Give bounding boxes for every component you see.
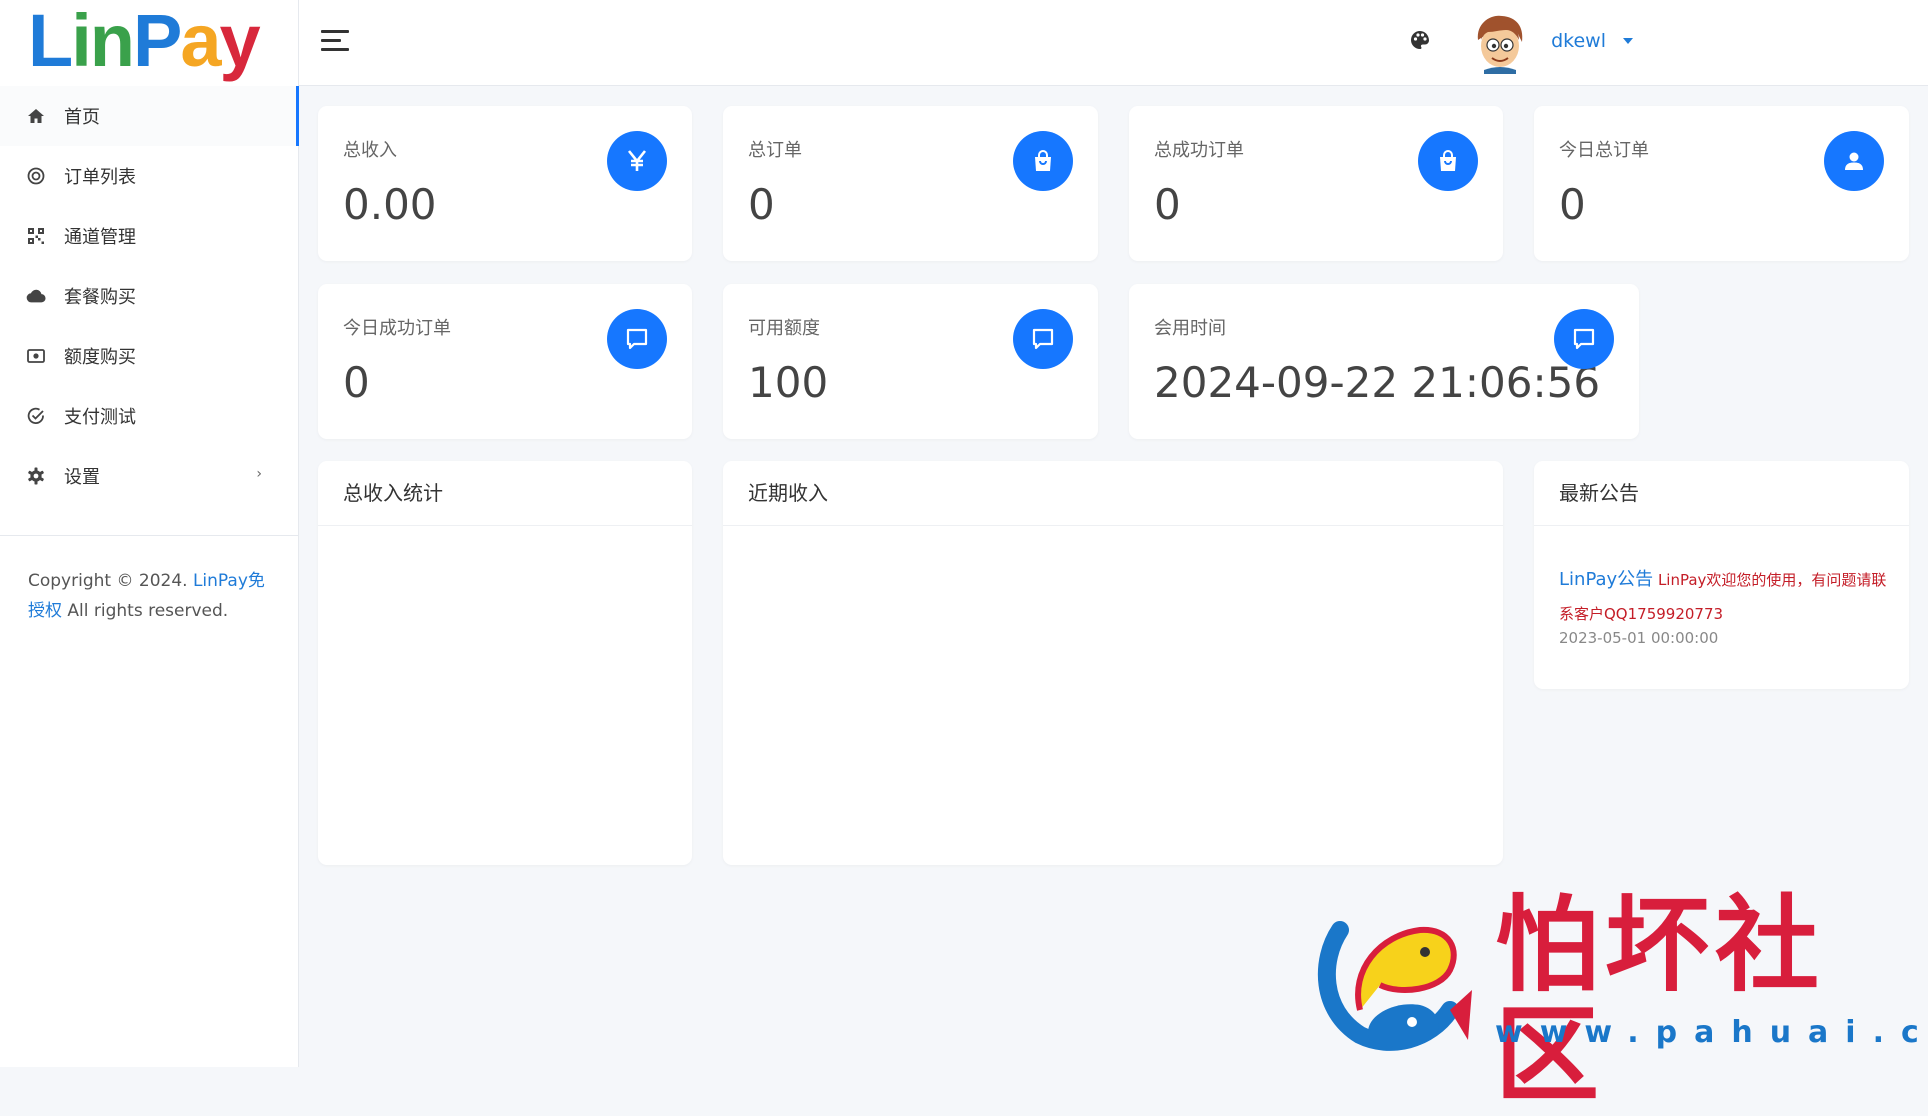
announcement-item[interactable]: LinPay公告 LinPay欢迎您的使用，有问题请联系客户QQ17599207… [1559, 563, 1889, 631]
chevron-right-icon: › [256, 466, 262, 482]
username[interactable]: dkewl [1551, 30, 1606, 52]
target-icon [26, 166, 46, 186]
sidebar-item-label: 首页 [64, 107, 100, 128]
stat-value: 0 [1559, 180, 1586, 229]
palette-icon[interactable] [1409, 29, 1431, 51]
money-icon [26, 346, 46, 366]
stat-value: 2024-09-22 21:06:56 [1154, 358, 1601, 407]
check-circle-icon [26, 406, 46, 426]
copyright: Copyright © 2024. LinPay免授权 All rights r… [28, 566, 278, 626]
watermark-url: www.pahuai.com [1495, 1015, 1928, 1050]
sidebar-item-label: 通道管理 [64, 227, 136, 248]
announcements-panel: 最新公告 LinPay公告 LinPay欢迎您的使用，有问题请联系客户QQ175… [1534, 461, 1909, 689]
sidebar-item-orders[interactable]: 订单列表 [0, 146, 298, 206]
watermark-fish-logo [1317, 921, 1472, 1051]
sidebar-item-channels[interactable]: 通道管理 [0, 206, 298, 266]
message-icon [607, 309, 667, 369]
copyright-suffix: All rights reserved. [62, 601, 229, 621]
stat-value: 100 [748, 358, 829, 407]
sidebar-item-label: 设置 [64, 467, 100, 488]
panel-title: 最新公告 [1534, 461, 1909, 526]
announcement-date: 2023-05-01 00:00:00 [1559, 629, 1719, 647]
stat-value: 0 [1154, 180, 1181, 229]
avatar[interactable] [1472, 12, 1528, 74]
sidebar-item-pay-test[interactable]: 支付测试 [0, 386, 298, 446]
shopping-bag-icon [1418, 131, 1478, 191]
qrcode-icon [26, 226, 46, 246]
watermark: 怕坏社区 www.pahuai.com [1300, 890, 1928, 1110]
copyright-prefix: Copyright © 2024. [28, 571, 193, 591]
gear-icon [26, 466, 46, 486]
stat-label: 总成功订单 [1154, 140, 1244, 161]
stat-value: 0.00 [343, 180, 437, 229]
panel-title: 总收入统计 [318, 461, 692, 526]
sidebar-item-packages[interactable]: 套餐购买 [0, 266, 298, 326]
stat-label: 总收入 [343, 140, 397, 161]
stat-card-total-success-orders: 总成功订单 0 [1129, 106, 1503, 261]
announcement-title[interactable]: LinPay公告 [1559, 569, 1653, 590]
sidebar-item-quota[interactable]: 额度购买 [0, 326, 298, 386]
home-icon [26, 106, 46, 126]
stat-label: 今日成功订单 [343, 318, 451, 339]
sidebar-item-label: 支付测试 [64, 407, 136, 428]
stat-label: 可用额度 [748, 318, 820, 339]
sidebar-nav: 首页 订单列表 通道管理 套餐购买 额度购买 支付测试 设置 › [0, 86, 299, 506]
message-icon [1554, 309, 1614, 369]
watermark-name: 怕坏社区 [1495, 883, 1826, 1116]
sidebar-item-label: 额度购买 [64, 347, 136, 368]
svg-text:LinPay: LinPay [28, 0, 260, 82]
sidebar-item-label: 订单列表 [64, 167, 136, 188]
yen-icon [607, 131, 667, 191]
stat-card-total-orders: 总订单 0 [723, 106, 1098, 261]
linpay-logo[interactable]: LinPay [28, 0, 268, 86]
stat-card-today-orders: 今日总订单 0 [1534, 106, 1909, 261]
stat-card-membership-time: 会用时间 2024-09-22 21:06:56 [1129, 284, 1639, 439]
stat-label: 会用时间 [1154, 318, 1226, 339]
sidebar-item-home[interactable]: 首页 [0, 86, 299, 146]
user-icon [1824, 131, 1884, 191]
stat-card-total-income: 总收入 0.00 [318, 106, 692, 261]
sidebar-divider [0, 535, 298, 536]
stat-card-available-quota: 可用额度 100 [723, 284, 1098, 439]
sidebar: LinPay 首页 订单列表 通道管理 套餐购买 额度购买 支付测试 设置 › … [0, 0, 299, 1067]
chevron-down-icon[interactable] [1623, 38, 1633, 44]
sidebar-item-settings[interactable]: 设置 › [0, 446, 298, 506]
income-stats-panel: 总收入统计 [318, 461, 692, 865]
message-icon [1013, 309, 1073, 369]
stat-label: 总订单 [748, 140, 802, 161]
cloud-icon [26, 286, 46, 306]
stat-value: 0 [343, 358, 370, 407]
recent-income-panel: 近期收入 [723, 461, 1503, 865]
panel-title: 近期收入 [723, 461, 1503, 526]
stat-value: 0 [748, 180, 775, 229]
stat-label: 今日总订单 [1559, 140, 1649, 161]
hamburger-icon[interactable] [321, 30, 349, 54]
top-header: dkewl [299, 0, 1928, 86]
stat-card-today-success-orders: 今日成功订单 0 [318, 284, 692, 439]
shopping-bag-icon [1013, 131, 1073, 191]
sidebar-item-label: 套餐购买 [64, 287, 136, 308]
